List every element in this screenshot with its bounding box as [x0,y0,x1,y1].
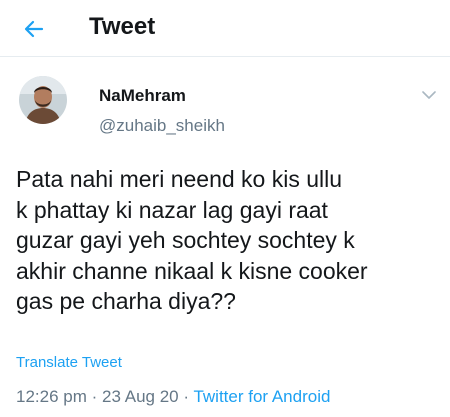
tweet-metadata: 12:26 pm · 23 Aug 20 · Twitter for Andro… [16,387,330,407]
tweet-text: Pata nahi meri neend ko kis ullu k phatt… [16,166,368,314]
tweet-detail-page: Tweet NaMehram @zuhaib_sheikh Pata nahi … [0,0,450,417]
meta-separator-2: · [183,387,190,406]
top-bar: Tweet [0,0,450,57]
back-button[interactable] [19,14,49,44]
avatar[interactable] [19,76,67,124]
tweet-date: 23 Aug 20 [102,387,179,406]
chevron-down-icon [422,90,436,99]
arrow-left-icon [24,20,44,38]
author-name[interactable]: NaMehram [99,86,186,106]
translate-tweet-link[interactable]: Translate Tweet [16,354,122,371]
author-handle[interactable]: @zuhaib_sheikh [99,116,225,136]
tweet-source-link[interactable]: Twitter for Android [193,387,330,406]
page-title: Tweet [89,13,156,40]
tweet-time: 12:26 pm [16,387,87,406]
meta-separator: · [91,387,98,406]
more-options-button[interactable] [420,88,438,102]
